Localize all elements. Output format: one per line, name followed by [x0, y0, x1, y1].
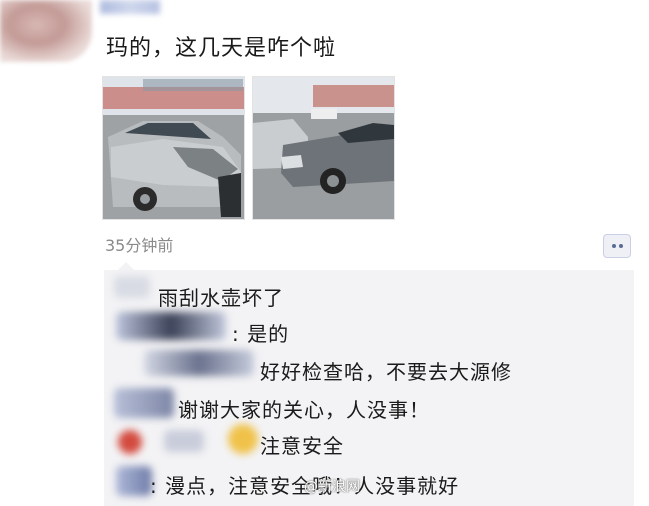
post-photo-2[interactable]	[252, 76, 395, 220]
comment-text: 好好检查哈，不要去大源修	[260, 360, 512, 384]
car-crash-photo-2	[253, 77, 394, 219]
post-text: 玛的，这几天是咋个啦	[106, 36, 337, 61]
comment-text: : 是的	[232, 322, 290, 346]
comment-bubble-icon[interactable]	[603, 234, 631, 258]
commenter-name-blurred[interactable]	[116, 312, 226, 340]
commenter-avatar-blurred[interactable]	[118, 430, 142, 454]
car-crash-photo-1	[103, 77, 244, 219]
commenter-name-blurred[interactable]	[144, 350, 254, 376]
comment-text: 谢谢大家的关心，人没事！	[178, 398, 430, 422]
commenter-name-blurred[interactable]	[116, 466, 152, 496]
commenter-name-blurred[interactable]	[114, 276, 150, 298]
username-blurred[interactable]	[100, 0, 160, 14]
comment-section: 雨刮水壶坏了 : 是的 好好检查哈，不要去大源修 谢谢大家的关心，人没事！ 注意…	[104, 262, 634, 506]
watermark: @新浪网	[304, 479, 360, 495]
comment-text: 雨刮水壶坏了	[158, 286, 284, 310]
commenter-avatar-blurred[interactable]	[228, 424, 258, 454]
commenter-name-blurred[interactable]	[164, 430, 204, 452]
post-timestamp: 35分钟前	[105, 236, 174, 255]
commenter-name-blurred[interactable]	[114, 388, 174, 418]
comment-text: 注意安全	[260, 434, 344, 458]
post-photo-1[interactable]	[102, 76, 245, 220]
avatar[interactable]	[0, 0, 92, 62]
